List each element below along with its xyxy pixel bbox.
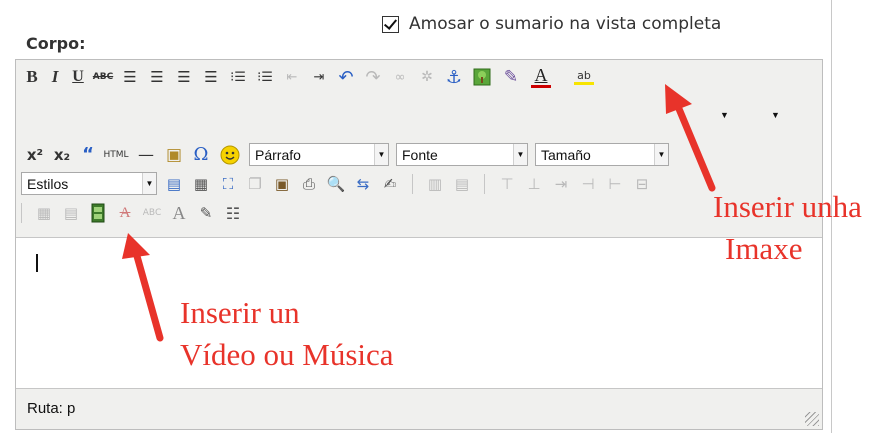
insert-image-annotation-line1: Inserir unha <box>713 189 862 224</box>
insert-media-annotation-line1: Inserir un <box>180 295 300 330</box>
media-arrow-head <box>122 233 150 259</box>
media-annotation-arrow <box>131 245 164 342</box>
insert-media-annotation-line2: Vídeo ou Música <box>180 337 394 372</box>
image-annotation-arrow <box>673 100 716 192</box>
insert-image-annotation-line2: Imaxe <box>725 231 803 266</box>
